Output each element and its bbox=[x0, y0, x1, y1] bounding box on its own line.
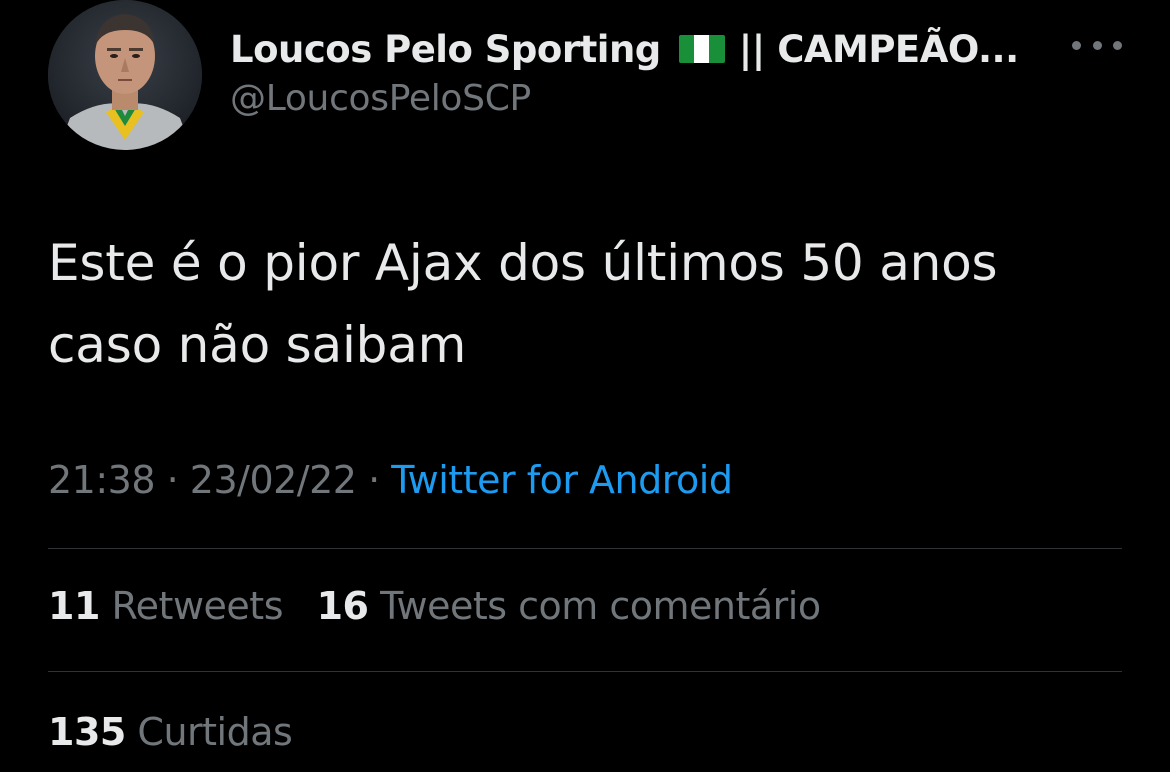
divider bbox=[48, 548, 1122, 549]
divider bbox=[48, 671, 1122, 672]
author-name-suffix[interactable]: || CAMPEÃO... bbox=[739, 28, 1019, 71]
meta-separator: · bbox=[166, 458, 179, 502]
quote-tweets-stat[interactable]: 16 Tweets com comentário bbox=[317, 584, 821, 628]
author-handle[interactable]: @LoucosPeloSCP bbox=[230, 78, 1090, 119]
author-block: Loucos Pelo Sporting || CAMPEÃO... @Louc… bbox=[230, 22, 1090, 120]
stats-row-likes: 135 Curtidas bbox=[48, 710, 314, 754]
tweet-detail: Loucos Pelo Sporting || CAMPEÃO... @Louc… bbox=[0, 0, 1170, 772]
quote-tweets-count: 16 bbox=[316, 584, 369, 628]
retweets-count: 11 bbox=[48, 584, 100, 628]
tweet-date[interactable]: 23/02/22 bbox=[190, 458, 357, 502]
avatar[interactable] bbox=[48, 0, 202, 150]
tweet-text-line: Este é o pior Ajax dos últimos 50 anos bbox=[48, 234, 998, 292]
tweet-metadata: 21:38 · 23/02/22 · Twitter for Android bbox=[48, 458, 733, 502]
tweet-time[interactable]: 21:38 bbox=[48, 458, 156, 502]
avatar-photo bbox=[48, 0, 202, 150]
quote-tweets-label: Tweets com comentário bbox=[380, 584, 821, 628]
tweet-text-line: caso não saibam bbox=[48, 316, 467, 374]
stats-row-shares: 11 Retweets 16 Tweets com comentário bbox=[48, 584, 843, 628]
tweet-text: Este é o pior Ajax dos últimos 50 anos c… bbox=[48, 222, 1138, 386]
author-name-row[interactable]: Loucos Pelo Sporting || CAMPEÃO... bbox=[230, 22, 1090, 76]
likes-stat[interactable]: 135 Curtidas bbox=[48, 710, 293, 754]
likes-count: 135 bbox=[48, 710, 126, 754]
likes-label: Curtidas bbox=[137, 710, 293, 754]
more-options-icon[interactable] bbox=[1072, 30, 1122, 60]
author-display-name[interactable]: Loucos Pelo Sporting bbox=[230, 28, 661, 71]
tweet-source-link[interactable]: Twitter for Android bbox=[391, 458, 733, 502]
retweets-label: Retweets bbox=[111, 584, 283, 628]
nigeria-flag-icon bbox=[678, 35, 725, 63]
meta-separator: · bbox=[368, 458, 380, 502]
retweets-stat[interactable]: 11 Retweets bbox=[48, 584, 283, 628]
